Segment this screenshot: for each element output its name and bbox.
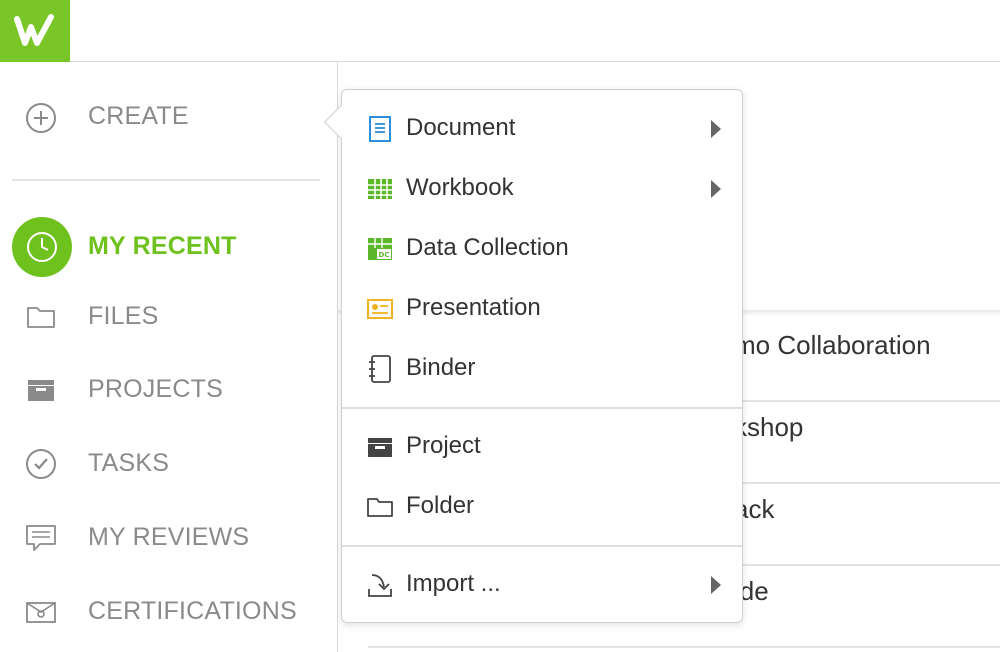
binder-icon xyxy=(369,355,391,383)
workiva-w-logo-icon xyxy=(14,14,54,46)
menu-item-label: Project xyxy=(406,432,481,459)
menu-item-document[interactable]: Document xyxy=(342,99,742,159)
sidebar-item-tasks[interactable]: TASKS xyxy=(0,429,338,499)
presentation-icon xyxy=(367,299,393,319)
menu-item-binder[interactable]: Binder xyxy=(342,339,742,399)
sidebar-item-label: CERTIFICATIONS xyxy=(88,597,297,625)
menu-item-folder[interactable]: Folder xyxy=(342,477,742,537)
sidebar-item-certifications[interactable]: CERTIFICATIONS xyxy=(0,577,338,647)
sidebar-item-label: TASKS xyxy=(88,449,170,477)
certificate-icon xyxy=(26,602,56,623)
import-icon xyxy=(368,574,392,597)
workbook-icon xyxy=(368,179,392,199)
project-box-icon xyxy=(28,380,54,401)
sidebar-item-files[interactable]: FILES xyxy=(0,282,338,352)
plus-circle-icon xyxy=(26,103,56,133)
list-item-title: mo Collaboration xyxy=(734,330,931,360)
menu-item-label: Data Collection xyxy=(406,234,569,261)
svg-text:DC: DC xyxy=(379,251,390,259)
menu-item-label: Binder xyxy=(406,354,476,381)
sidebar-item-my-recent[interactable]: MY RECENT xyxy=(0,212,338,282)
menu-item-presentation[interactable]: Presentation xyxy=(342,279,742,339)
create-menu-popover: Document Workbook DC Data Collection Pre… xyxy=(324,89,743,623)
submenu-arrow-icon xyxy=(711,576,721,594)
list-item-title: kshop xyxy=(734,412,804,442)
menu-item-label: Document xyxy=(406,114,516,141)
sidebar-item-label: MY REVIEWS xyxy=(88,523,250,551)
menu-item-project[interactable]: Project xyxy=(342,417,742,477)
document-icon xyxy=(369,116,391,142)
sidebar-item-label: PROJECTS xyxy=(88,375,223,403)
submenu-arrow-icon xyxy=(711,120,721,138)
menu-item-data-collection[interactable]: DC Data Collection xyxy=(342,219,742,279)
folder-icon xyxy=(27,307,55,328)
sidebar-divider xyxy=(12,179,320,181)
create-button[interactable]: CREATE xyxy=(0,62,338,172)
menu-divider xyxy=(342,407,742,409)
check-circle-icon xyxy=(26,449,56,479)
submenu-arrow-icon xyxy=(711,180,721,198)
project-box-icon xyxy=(368,438,392,457)
clock-icon xyxy=(12,217,72,277)
sidebar: CREATE MY RECENT FILES PROJECTS TASKS MY… xyxy=(0,62,338,652)
create-label: CREATE xyxy=(88,102,189,130)
sidebar-item-projects[interactable]: PROJECTS xyxy=(0,355,338,425)
menu-item-label: Presentation xyxy=(406,294,541,321)
sidebar-item-label: MY RECENT xyxy=(88,232,237,260)
sidebar-item-label: FILES xyxy=(88,302,159,330)
menu-item-label: Folder xyxy=(406,492,475,519)
menu-item-import[interactable]: Import ... xyxy=(342,555,742,615)
workiva-logo[interactable] xyxy=(0,0,70,62)
data-collection-icon: DC xyxy=(368,238,392,260)
menu-divider xyxy=(342,545,742,547)
comment-icon xyxy=(26,525,56,551)
top-bar xyxy=(0,0,1000,62)
menu-item-label: Workbook xyxy=(406,174,514,201)
menu-item-workbook[interactable]: Workbook xyxy=(342,159,742,219)
folder-icon xyxy=(367,498,393,517)
sidebar-item-my-reviews[interactable]: MY REVIEWS xyxy=(0,503,338,573)
menu-item-label: Import ... xyxy=(406,570,501,597)
